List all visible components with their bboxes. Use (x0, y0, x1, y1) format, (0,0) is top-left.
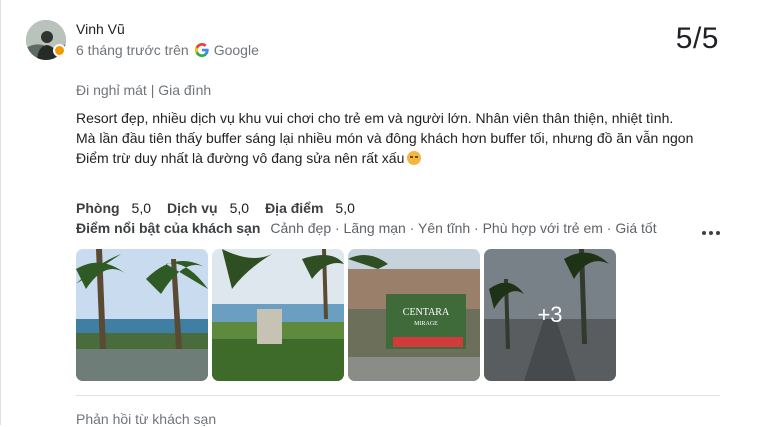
category-ratings: Phòng 5,0 Dịch vụ 5,0 Địa điểm 5,0 (76, 200, 371, 216)
trip-type: Đi nghỉ mát | Gia đình (76, 82, 212, 98)
hotel-highlights: Điểm nổi bật của khách sạn Cảnh đẹp · Lã… (76, 220, 657, 236)
review-photos: CENTARA MIRAGE +3 (76, 249, 620, 381)
review-time: 6 tháng trước trên (76, 42, 189, 58)
review-photo[interactable] (76, 249, 208, 381)
review-photo-more[interactable]: +3 (484, 249, 616, 381)
review-text: Resort đẹp, nhiều dịch vụ khu vui chơi c… (76, 108, 716, 168)
rating-location: Địa điểm 5,0 (265, 200, 355, 216)
review-text-line: Resort đẹp, nhiều dịch vụ khu vui chơi c… (76, 110, 674, 126)
google-logo-icon (194, 43, 209, 57)
review-photo[interactable] (212, 249, 344, 381)
panel-left-border (0, 0, 1, 425)
mirage-sign-text: MIRAGE (414, 321, 438, 327)
review-text-line: Mà lần đầu tiên thấy buffer sáng lại nhi… (76, 130, 694, 146)
more-options-icon[interactable] (700, 224, 722, 242)
review-source: Google (213, 42, 259, 58)
author-name[interactable]: Vinh Vũ (76, 21, 125, 37)
review-photo[interactable]: CENTARA MIRAGE (348, 249, 480, 381)
more-photos-count: +3 (484, 249, 616, 381)
rating-service: Dịch vụ 5,0 (167, 200, 250, 216)
highlights-label: Điểm nổi bật của khách sạn (76, 220, 261, 236)
review-rating: 5/5 (675, 22, 719, 55)
review-meta: 6 tháng trước trên Google (76, 42, 259, 58)
rating-room: Phòng 5,0 (76, 200, 152, 216)
unamused-face-icon (407, 151, 422, 165)
centara-sign-text: CENTARA (403, 307, 450, 318)
review-text-line: Điểm trừ duy nhất là đường vô đang sửa n… (76, 148, 716, 168)
highlights-values: Cảnh đẹp · Lãng mạn · Yên tĩnh · Phù hợp… (270, 220, 657, 236)
divider (76, 395, 720, 396)
local-guide-badge-icon (53, 44, 66, 57)
